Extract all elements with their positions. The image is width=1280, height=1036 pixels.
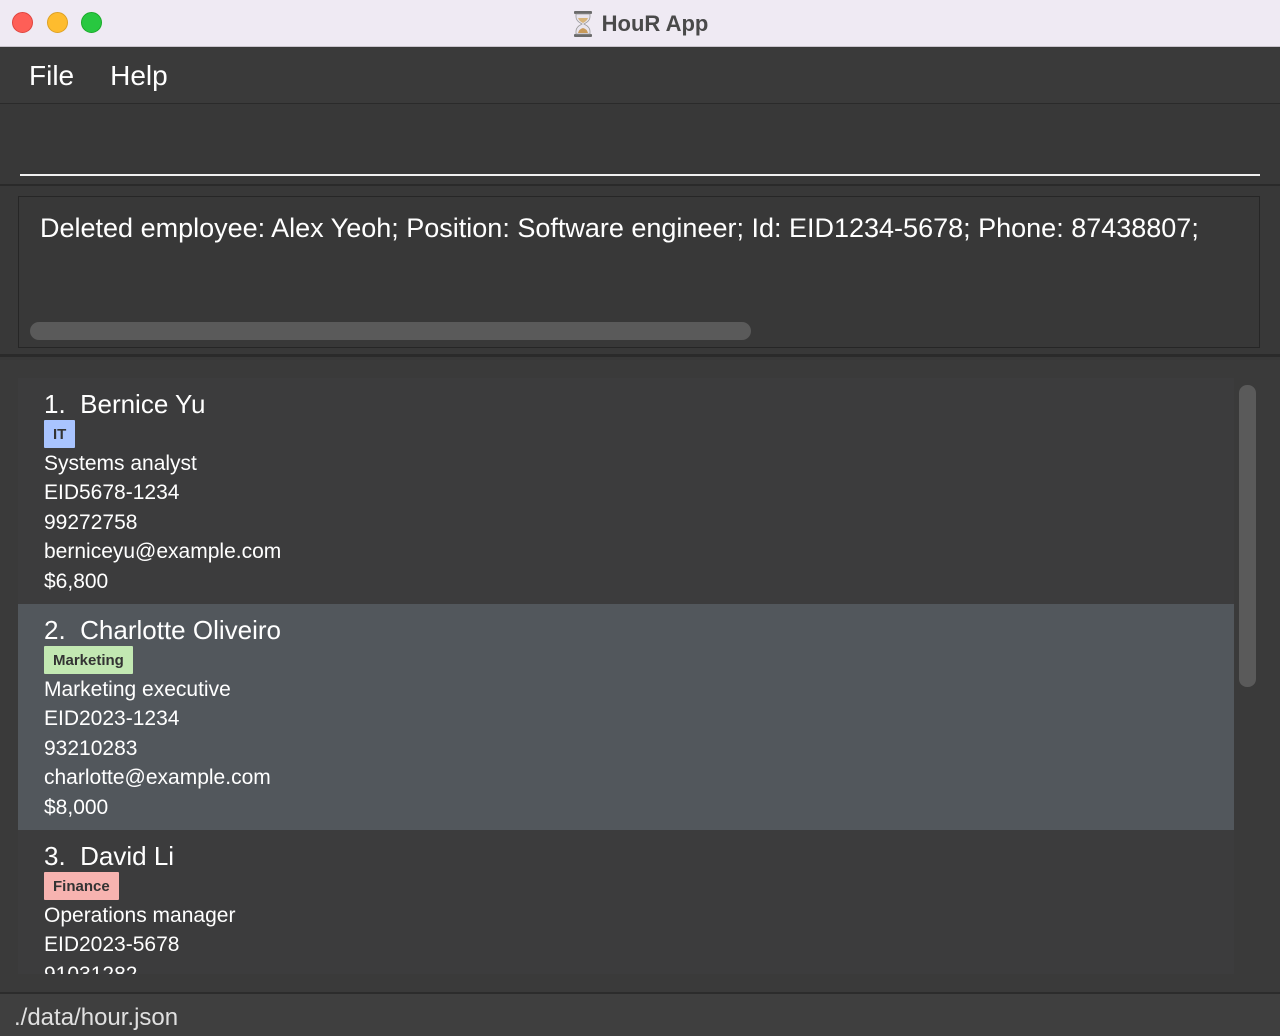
employee-list[interactable]: 1. Bernice Yu IT Systems analyst EID5678… bbox=[18, 378, 1234, 974]
result-display-area: Deleted employee: Alex Yeoh; Position: S… bbox=[0, 187, 1280, 357]
employee-id: EID2023-5678 bbox=[44, 933, 180, 956]
employee-position: Systems analyst bbox=[44, 452, 197, 475]
command-input[interactable] bbox=[20, 118, 1260, 176]
employee-name: 2. Charlotte Oliveiro bbox=[44, 615, 281, 645]
menu-file[interactable]: File bbox=[29, 60, 74, 92]
result-display[interactable]: Deleted employee: Alex Yeoh; Position: S… bbox=[18, 196, 1260, 348]
employee-salary: $8,000 bbox=[44, 796, 109, 819]
employee-id: EID2023-1234 bbox=[44, 707, 180, 730]
employee-phone: 91031282 bbox=[44, 963, 137, 974]
result-message: Deleted employee: Alex Yeoh; Position: S… bbox=[40, 213, 1199, 243]
menu-bar: File Help bbox=[0, 48, 1280, 104]
status-bar: ./data/hour.json bbox=[0, 992, 1280, 1036]
employee-phone: 99272758 bbox=[44, 511, 138, 534]
app-window: HouR App File Help Deleted employee: Ale… bbox=[0, 0, 1280, 1036]
employee-name: 1. Bernice Yu bbox=[44, 389, 206, 419]
hourglass-icon bbox=[573, 10, 592, 37]
menu-help[interactable]: Help bbox=[110, 60, 168, 92]
employee-phone: 93210283 bbox=[44, 737, 138, 760]
title-bar[interactable]: HouR App bbox=[0, 0, 1280, 47]
employee-id: EID5678-1234 bbox=[44, 481, 180, 504]
employee-email: berniceyu@example.com bbox=[44, 540, 282, 563]
list-scroll-thumb[interactable] bbox=[1239, 385, 1256, 687]
employee-list-panel: 1. Bernice Yu IT Systems analyst EID5678… bbox=[0, 360, 1280, 992]
window-title: HouR App bbox=[601, 10, 709, 36]
employee-card[interactable]: 3. David Li Finance Operations manager E… bbox=[18, 830, 1234, 974]
department-tag: IT bbox=[44, 420, 76, 448]
department-tag: Finance bbox=[44, 872, 119, 900]
data-file-path: ./data/hour.json bbox=[14, 1004, 179, 1031]
employee-name: 3. David Li bbox=[44, 841, 175, 871]
employee-card[interactable]: 1. Bernice Yu IT Systems analyst EID5678… bbox=[18, 378, 1234, 604]
department-tag: Marketing bbox=[44, 646, 133, 674]
employee-salary: $6,800 bbox=[44, 570, 109, 593]
employee-position: Operations manager bbox=[44, 904, 236, 927]
window-title-group: HouR App bbox=[0, 0, 1280, 47]
employee-email: charlotte@example.com bbox=[44, 766, 271, 789]
employee-card-selected[interactable]: 2. Charlotte Oliveiro Marketing Marketin… bbox=[18, 604, 1234, 830]
command-box-area bbox=[0, 104, 1280, 186]
employee-position: Marketing executive bbox=[44, 678, 231, 701]
result-horizontal-scrollbar[interactable] bbox=[30, 322, 751, 340]
list-vertical-scrollbar[interactable] bbox=[1236, 382, 1258, 972]
